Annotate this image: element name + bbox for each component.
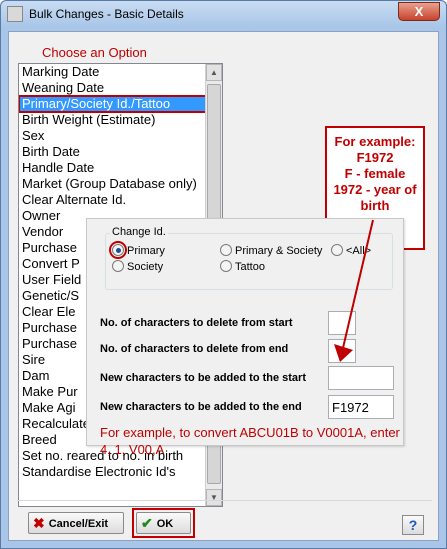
ok-check-icon: ✔	[141, 515, 153, 531]
annotation-line: F - female	[344, 166, 406, 181]
radio-society[interactable]: Society	[112, 260, 163, 274]
radio-primary-society-label: Primary & Society	[235, 245, 323, 257]
delete-end-label: No. of characters to delete from end	[100, 343, 289, 355]
cancel-exit-label: Cancel/Exit	[48, 518, 109, 530]
conversion-example-text: For example, to convert ABCU01B to V0001…	[100, 425, 400, 457]
add-start-input[interactable]	[328, 366, 394, 390]
bulk-changes-window: Bulk Changes - Basic Details X Choose an…	[0, 0, 447, 549]
annotation-line: For example:	[334, 134, 416, 149]
option-list-item[interactable]: Market (Group Database only)	[19, 176, 222, 192]
option-list-item[interactable]: Birth Date	[19, 144, 222, 160]
delete-end-input[interactable]	[328, 339, 356, 363]
add-start-label: New characters to be added to the start	[100, 372, 306, 384]
add-end-input[interactable]	[328, 395, 394, 419]
help-button[interactable]: ?	[402, 515, 424, 535]
button-bar: ✖ Cancel/Exit ✔ OK ?	[17, 500, 432, 538]
option-list-item[interactable]: Weaning Date	[19, 80, 222, 96]
ok-label: OK	[156, 518, 174, 530]
option-list-item[interactable]: Primary/Society Id./Tattoo	[19, 95, 222, 113]
radio-primary-dot[interactable]	[109, 241, 127, 259]
cancel-x-icon: ✖	[33, 515, 45, 531]
window-title: Bulk Changes - Basic Details	[29, 7, 184, 21]
radio-primary[interactable]: Primary	[109, 241, 165, 259]
radio-primary-society-dot[interactable]	[220, 244, 232, 256]
radio-tattoo[interactable]: Tattoo	[220, 260, 265, 274]
option-list-item[interactable]: Handle Date	[19, 160, 222, 176]
radio-society-dot[interactable]	[112, 260, 124, 272]
title-bar: Bulk Changes - Basic Details X	[1, 1, 446, 27]
delete-start-label: No. of characters to delete from start	[100, 317, 293, 329]
add-end-label: New characters to be added to the end	[100, 401, 302, 413]
option-list-item[interactable]: Marking Date	[19, 64, 222, 80]
cancel-exit-button[interactable]: ✖ Cancel/Exit	[28, 512, 124, 534]
annotation-line: birth	[360, 198, 390, 213]
radio-tattoo-label: Tattoo	[235, 261, 265, 273]
annotation-line: 1972 - year of	[333, 182, 417, 197]
radio-tattoo-dot[interactable]	[220, 260, 232, 272]
radio-primary-society[interactable]: Primary & Society	[220, 244, 322, 258]
radio-primary-label: Primary	[127, 245, 165, 257]
delete-start-input[interactable]	[328, 311, 356, 335]
close-button[interactable]: X	[398, 2, 440, 21]
change-id-panel: Change Id. Primary Primary & Society <Al…	[86, 218, 404, 457]
radio-society-label: Society	[127, 261, 164, 273]
option-list-item[interactable]: Birth Weight (Estimate)	[19, 112, 222, 128]
radio-all-label: <All>	[346, 245, 372, 257]
annotation-line: F1972	[356, 150, 394, 165]
radio-all[interactable]: <All>	[331, 244, 371, 258]
group-title: Change Id.	[110, 226, 168, 238]
option-list-item[interactable]: Sex	[19, 128, 222, 144]
change-id-group: Change Id. Primary Primary & Society <Al…	[105, 226, 393, 290]
dialog-client-area: Choose an Option Marking Date Weaning Dat…	[8, 31, 439, 541]
app-icon	[7, 6, 23, 22]
option-list-item[interactable]: Standardise Electronic Id's	[19, 464, 222, 480]
choose-option-label: Choose an Option	[42, 45, 147, 60]
option-list-item[interactable]: Clear Alternate Id.	[19, 192, 222, 208]
ok-button[interactable]: ✔ OK	[136, 512, 191, 534]
scroll-up-button[interactable]: ▲	[206, 64, 222, 81]
radio-all-dot[interactable]	[331, 244, 343, 256]
